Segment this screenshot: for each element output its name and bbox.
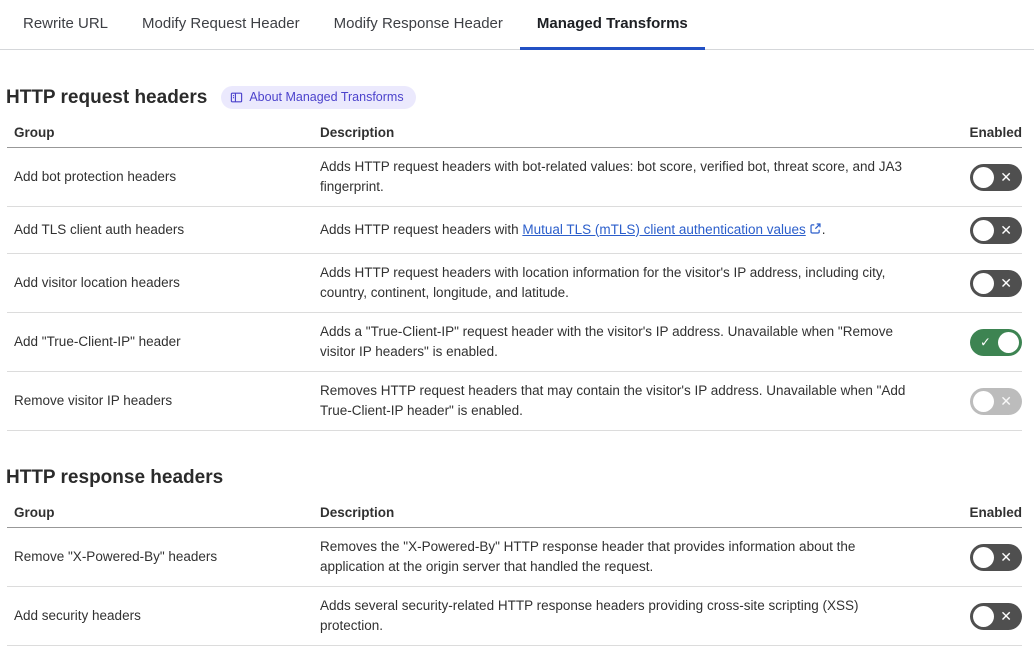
group-description: Adds a "True-Client-IP" request header w…	[320, 313, 934, 371]
request-headers-table: Group Description Enabled Add bot protec…	[7, 109, 1022, 431]
group-name: Add security headers	[7, 606, 320, 626]
table-row: Add visitor location headers Adds HTTP r…	[7, 254, 1022, 313]
table-row: Add "True-Client-IP" header Adds a "True…	[7, 313, 1022, 372]
check-icon: ✓	[980, 336, 991, 349]
description-text: Adds HTTP request headers with	[320, 222, 522, 237]
enabled-toggle[interactable]: ✓ ✕	[970, 217, 1022, 244]
group-name: Remove visitor IP headers	[7, 391, 320, 411]
toggle-knob	[973, 273, 994, 294]
tab-managed-transforms[interactable]: Managed Transforms	[520, 0, 705, 50]
tab-rewrite-url[interactable]: Rewrite URL	[6, 0, 125, 50]
tab-modify-response-header[interactable]: Modify Response Header	[317, 0, 520, 50]
x-icon: ✕	[1000, 223, 1012, 237]
x-icon: ✕	[1000, 609, 1012, 623]
column-header-enabled: Enabled	[934, 505, 1022, 520]
group-name: Add bot protection headers	[7, 167, 320, 187]
toggle-knob	[998, 332, 1019, 353]
group-description: Removes HTTP request headers that may co…	[320, 372, 934, 430]
badge-label: About Managed Transforms	[249, 91, 403, 104]
group-name: Add visitor location headers	[7, 273, 320, 293]
column-header-enabled: Enabled	[934, 125, 1022, 140]
table-row: Add bot protection headers Adds HTTP req…	[7, 148, 1022, 207]
table-row: Remove visitor IP headers Removes HTTP r…	[7, 372, 1022, 431]
about-managed-transforms-badge[interactable]: About Managed Transforms	[221, 86, 415, 109]
enabled-toggle[interactable]: ✓ ✕	[970, 603, 1022, 630]
group-description: Adds HTTP request headers with bot-relat…	[320, 148, 934, 206]
table-header-row: Group Description Enabled	[7, 109, 1022, 148]
group-name: Add "True-Client-IP" header	[7, 332, 320, 352]
x-icon: ✕	[1000, 276, 1012, 290]
description-text: .	[822, 222, 826, 237]
group-description: Adds several security-related HTTP respo…	[320, 587, 934, 645]
x-icon: ✕	[1000, 550, 1012, 564]
response-headers-table: Group Description Enabled Remove "X-Powe…	[7, 489, 1022, 646]
enabled-toggle[interactable]: ✓ ✕	[970, 270, 1022, 297]
tab-modify-request-header[interactable]: Modify Request Header	[125, 0, 317, 50]
toggle-knob	[973, 391, 994, 412]
enabled-toggle[interactable]: ✓ ✕	[970, 164, 1022, 191]
table-row: Add TLS client auth headers Adds HTTP re…	[7, 207, 1022, 254]
column-header-description: Description	[320, 125, 934, 140]
toggle-knob	[973, 167, 994, 188]
mtls-docs-link[interactable]: Mutual TLS (mTLS) client authentication …	[522, 222, 805, 237]
book-icon	[230, 91, 243, 104]
toggle-knob	[973, 220, 994, 241]
column-header-description: Description	[320, 505, 934, 520]
request-section-title: HTTP request headers	[6, 87, 207, 109]
group-name: Add TLS client auth headers	[7, 220, 320, 240]
table-row: Remove "X-Powered-By" headers Removes th…	[7, 528, 1022, 587]
x-icon: ✕	[1000, 394, 1012, 408]
enabled-toggle-disabled: ✓ ✕	[970, 388, 1022, 415]
group-description: Adds HTTP request headers with Mutual TL…	[320, 211, 934, 250]
transform-rules-tabbar: Rewrite URL Modify Request Header Modify…	[0, 0, 1034, 50]
column-header-group: Group	[7, 505, 320, 520]
toggle-knob	[973, 547, 994, 568]
column-header-group: Group	[7, 125, 320, 140]
response-section-title: HTTP response headers	[6, 467, 223, 489]
group-description: Removes the "X-Powered-By" HTTP response…	[320, 528, 934, 586]
toggle-knob	[973, 606, 994, 627]
enabled-toggle[interactable]: ✓ ✕	[970, 544, 1022, 571]
group-name: Remove "X-Powered-By" headers	[7, 547, 320, 567]
table-header-row: Group Description Enabled	[7, 489, 1022, 528]
external-link-icon[interactable]	[809, 221, 822, 241]
group-description: Adds HTTP request headers with location …	[320, 254, 934, 312]
enabled-toggle[interactable]: ✓ ✕	[970, 329, 1022, 356]
x-icon: ✕	[1000, 170, 1012, 184]
table-row: Add security headers Adds several securi…	[7, 587, 1022, 646]
